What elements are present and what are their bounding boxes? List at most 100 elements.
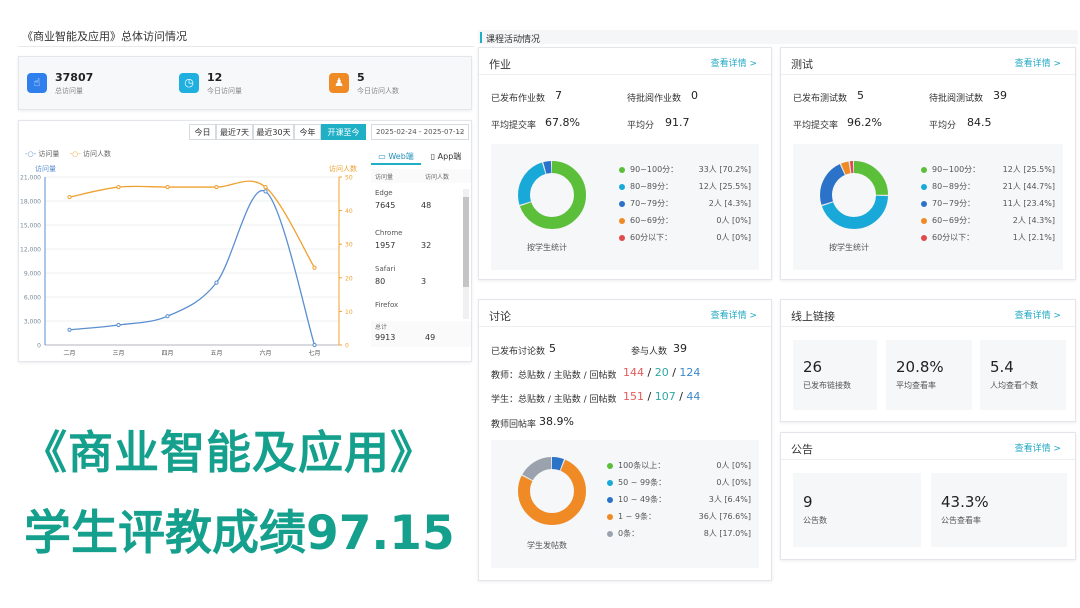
- legend-label: 100条以上：: [618, 461, 666, 470]
- discussion-title: 讨论: [489, 310, 511, 323]
- discussion-panel: 讨论 查看详情 > 已发布讨论数 5 参与人数 39 教师：总贴数 / 主贴数 …: [478, 299, 772, 581]
- stat-label: 今日访问量: [207, 87, 242, 95]
- x-tick-label: 二月: [63, 350, 75, 357]
- browser-name: Safari: [375, 265, 396, 273]
- links-stat-value: 5.4: [990, 358, 1014, 376]
- tab-web[interactable]: ▭ Web端: [371, 149, 421, 165]
- browser-table-header: 访问量 访问人数: [371, 169, 471, 183]
- legend-item: 60~69分： 2人 [4.3%]: [921, 215, 1055, 226]
- x-tick-label: 六月: [259, 349, 271, 357]
- left-tick-label: 18,000: [20, 199, 41, 206]
- left-tick-label: 9,000: [24, 271, 41, 278]
- overlay-line1: 《商业智能及应用》: [22, 426, 437, 479]
- discussion-legend: 100条以上： 0人 [0%] 50 ~ 99条： 0人 [0%] 10 ~ 49条： 3…: [607, 460, 751, 560]
- legend-item: 60分以下： 0人 [0%]: [619, 232, 751, 243]
- legend-dot: [619, 183, 625, 190]
- links-stat-value: 26: [803, 358, 823, 376]
- browser-row: Firefox: [375, 301, 461, 315]
- homework-donut: [518, 161, 586, 229]
- notice-title: 公告: [791, 443, 813, 456]
- legend-value: 0人 [0%]: [716, 216, 751, 225]
- legend-item: 0条： 8人 [17.0%]: [607, 528, 751, 539]
- data-point: [67, 327, 72, 332]
- filter-30days[interactable]: 最近30天: [253, 124, 294, 140]
- tab-web-label: Web端: [388, 152, 414, 161]
- legend-value: 36人 [76.6%]: [698, 512, 751, 521]
- filter-7days[interactable]: 最近7天: [216, 124, 253, 140]
- filter-since-start[interactable]: 开课至今: [321, 124, 366, 140]
- date-range-text: 2025-02-24 - 2025-07-12: [376, 128, 465, 136]
- calendar-icon: ▭: [457, 128, 464, 136]
- legend-label: 60~69分：: [932, 216, 976, 225]
- legend-item: 1 ~ 9条： 36人 [76.6%]: [607, 511, 751, 522]
- browser-name: Edge: [375, 189, 393, 197]
- links-panel: 线上链接 查看详情 > 26 已发布链接数 20.8% 平均查看率 5.4 人均…: [780, 299, 1076, 422]
- right-tick-label: 10: [345, 309, 353, 316]
- links-stat: 5.4 人均查看个数: [980, 340, 1066, 410]
- browser-visits: 80: [375, 277, 386, 286]
- click-icon: ☝: [27, 73, 47, 93]
- legend-item: 100条以上： 0人 [0%]: [607, 460, 751, 471]
- panel-divider: [479, 326, 771, 327]
- test-more-link[interactable]: 查看详情 >: [1015, 56, 1061, 69]
- homework-rate-label: 平均提交率: [491, 121, 537, 131]
- browser-people: 48: [421, 201, 432, 210]
- legend-dot: [921, 183, 927, 190]
- legend-dot: [619, 166, 625, 173]
- legend-dot: [619, 200, 625, 207]
- homework-more-link[interactable]: 查看详情 >: [711, 56, 757, 69]
- data-point: [263, 184, 268, 190]
- visit-line-chart: 访问量 访问人数 0 3,000 6,000 9,000 12,000 15,000 18,00…: [20, 164, 357, 357]
- homework-rate: 67.8%: [545, 116, 580, 129]
- discussion-published: 5: [549, 342, 556, 355]
- stat-label: 总访问量: [55, 87, 83, 95]
- links-more-link[interactable]: 查看详情 >: [1015, 308, 1061, 321]
- data-point: [165, 184, 170, 190]
- test-pending-label: 待批阅测试数: [929, 94, 984, 104]
- legend-dot: [619, 217, 625, 224]
- legend-value: 2人 [4.3%]: [1012, 216, 1055, 225]
- table-scrollbar[interactable]: [463, 189, 469, 319]
- left-tick-label: 0: [37, 343, 41, 350]
- links-stat-label: 人均查看个数: [990, 381, 1038, 390]
- student-main: 107: [654, 390, 676, 403]
- legend-item: 90~100分： 33人 [70.2%]: [619, 164, 751, 175]
- test-panel: 测试 查看详情 > 已发布测试数 5 待批阅测试数 39 平均提交率 96.2%…: [780, 47, 1076, 280]
- student-posts-label: 学生：总贴数 / 主贴数 / 回帖数: [491, 395, 617, 405]
- discussion-more-link[interactable]: 查看详情 >: [711, 308, 757, 321]
- stat-value: 37807: [55, 71, 94, 84]
- legend-label: 80~89分：: [932, 182, 976, 191]
- links-stat-label: 已发布链接数: [803, 381, 851, 390]
- homework-avg: 91.7: [665, 116, 690, 129]
- browser-people: 3: [421, 277, 427, 286]
- left-axis-label: 访问量: [35, 164, 56, 173]
- tab-app-label: App端: [437, 152, 462, 161]
- header-people: 访问人数: [425, 174, 450, 181]
- panel-divider: [781, 326, 1075, 327]
- date-range-picker[interactable]: 2025-02-24 - 2025-07-12 ▭: [371, 124, 469, 140]
- total-label: 总计: [375, 324, 388, 331]
- teacher-posts-label: 教师：总贴数 / 主贴数 / 回帖数: [491, 371, 617, 381]
- links-stat-label: 平均查看率: [896, 381, 936, 390]
- homework-pending-label: 待批阅作业数: [627, 94, 682, 104]
- notice-panel: 公告 查看详情 > 9 公告数 43.3% 公告查看率: [780, 432, 1076, 560]
- legend-label: 0条：: [618, 529, 640, 538]
- right-tick-label: 30: [345, 242, 353, 249]
- scrollbar-thumb[interactable]: [463, 197, 469, 287]
- discussion-chart-box: 学生发帖数 100条以上： 0人 [0%] 50 ~ 99条： 0人 [0%] 10 ~…: [491, 440, 759, 568]
- discussion-donut-label: 学生发帖数: [527, 541, 567, 550]
- homework-pending: 0: [691, 89, 698, 102]
- notice-more-link[interactable]: 查看详情 >: [1015, 441, 1061, 454]
- homework-published-label: 已发布作业数: [491, 94, 546, 104]
- filter-today[interactable]: 今日: [189, 124, 216, 140]
- notice-stat: 9 公告数: [793, 473, 921, 547]
- series-line: [69, 189, 316, 346]
- clock-icon: ◷: [179, 73, 199, 93]
- legend-dot: [607, 479, 613, 486]
- browser-name: Chrome: [375, 229, 403, 237]
- homework-panel: 作业 查看详情 > 已发布作业数 7 待批阅作业数 0 平均提交率 67.8% …: [478, 47, 772, 280]
- tab-app[interactable]: ▯ App端: [421, 149, 471, 165]
- right-tick-label: 0: [345, 343, 349, 350]
- legend-label: 70~79分：: [932, 199, 976, 208]
- filter-year[interactable]: 今年: [294, 124, 321, 140]
